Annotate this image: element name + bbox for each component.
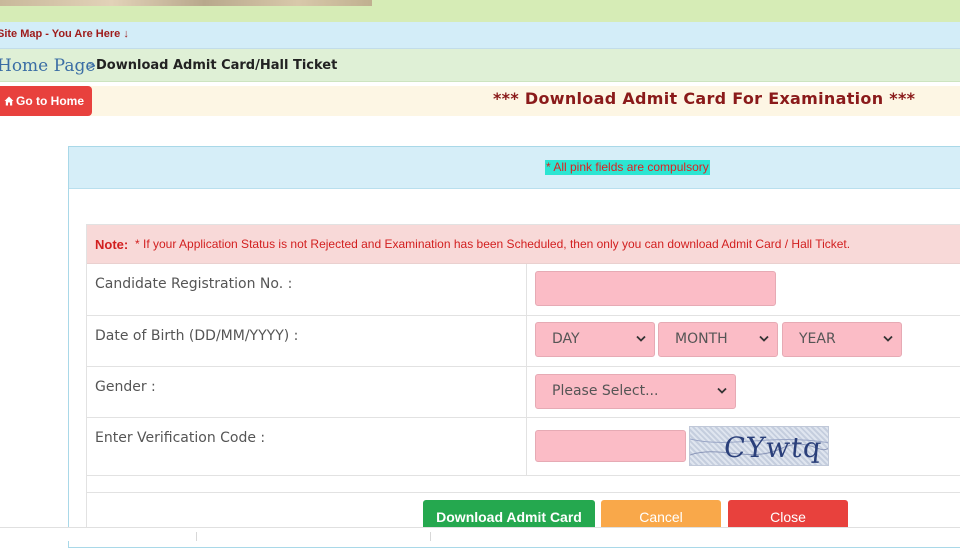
panel-header: * All pink fields are compulsory: [69, 147, 960, 189]
dob-day-select[interactable]: DAY: [535, 322, 655, 357]
dob-month-select[interactable]: MONTH: [658, 322, 778, 357]
spacer-row: [87, 476, 960, 493]
sitemap-label[interactable]: Site Map - You Are Here ↓: [0, 28, 129, 40]
registration-input[interactable]: [535, 271, 776, 306]
page-title: *** Download Admit Card For Examination …: [493, 89, 916, 108]
dob-year-value: YEAR: [799, 331, 836, 347]
captcha-image: CYwtq: [689, 426, 829, 466]
sitemap-bar: Site Map - You Are Here ↓: [0, 22, 960, 49]
breadcrumb-separator: >: [88, 58, 96, 73]
go-to-home-label: Go to Home: [16, 94, 84, 108]
captcha-text: CYwtq: [722, 431, 824, 464]
top-banner: [0, 0, 960, 22]
chevron-down-icon: [883, 335, 893, 342]
banner-image: [0, 0, 372, 6]
column-divider: [526, 264, 527, 315]
column-divider: [526, 367, 527, 417]
chevron-down-icon: [636, 335, 646, 342]
home-icon: [4, 96, 14, 106]
verification-label: Enter Verification Code :: [95, 430, 266, 446]
gender-select[interactable]: Please Select...: [535, 374, 736, 409]
dob-day-value: DAY: [552, 331, 580, 347]
registration-row: Candidate Registration No. :: [87, 264, 960, 316]
form-table: Note: * If your Application Status is no…: [86, 224, 960, 541]
gender-label: Gender :: [95, 379, 156, 395]
registration-label: Candidate Registration No. :: [95, 276, 293, 292]
gender-value: Please Select...: [552, 383, 659, 399]
verification-input[interactable]: [535, 430, 686, 462]
chevron-down-icon: [759, 335, 769, 342]
go-to-home-button[interactable]: Go to Home: [0, 86, 92, 116]
column-divider: [526, 316, 527, 366]
column-divider: [526, 418, 527, 475]
dob-year-select[interactable]: YEAR: [782, 322, 902, 357]
bottom-strip: [0, 527, 960, 541]
gender-row: Gender :: [87, 367, 960, 418]
note-label: Note:: [95, 237, 129, 252]
note-text: * If your Application Status is not Reje…: [135, 237, 851, 251]
compulsory-note: * All pink fields are compulsory: [545, 160, 710, 175]
chevron-down-icon: [717, 387, 727, 394]
breadcrumb: Home Page > Download Admit Card/Hall Tic…: [0, 49, 960, 82]
verification-row: Enter Verification Code :: [87, 418, 960, 476]
dob-month-value: MONTH: [675, 331, 728, 347]
breadcrumb-current: Download Admit Card/Hall Ticket: [96, 58, 338, 73]
breadcrumb-home-link[interactable]: Home Page: [0, 56, 95, 76]
dob-label: Date of Birth (DD/MM/YYYY) :: [95, 328, 299, 344]
note-row: Note: * If your Application Status is no…: [87, 225, 960, 264]
